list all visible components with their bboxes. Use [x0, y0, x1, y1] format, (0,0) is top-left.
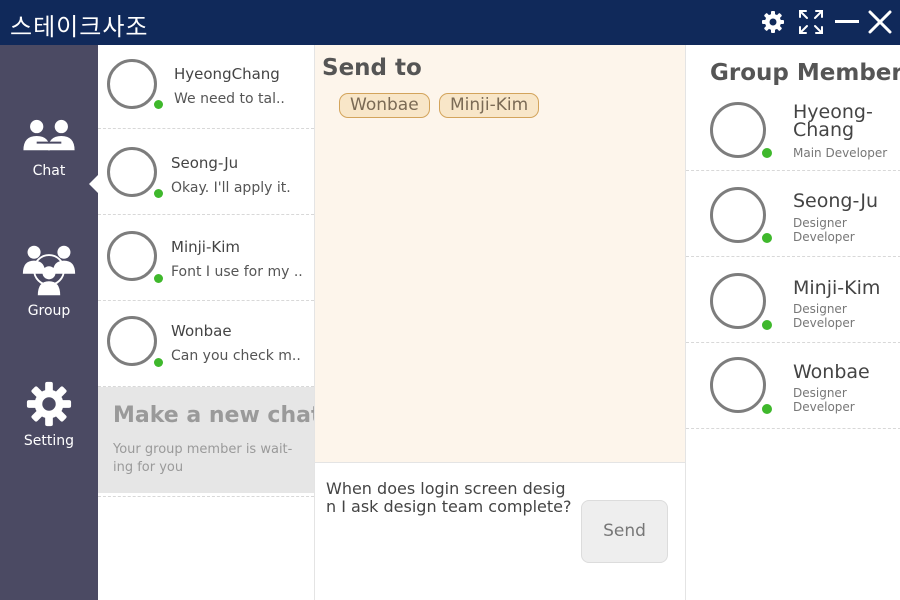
avatar [710, 187, 766, 243]
new-chat-subtitle: Your group member is wait-ing for you [113, 442, 293, 475]
fullscreen-icon [799, 10, 823, 34]
online-status-dot [762, 320, 772, 330]
chat-name: HyeongChang [174, 65, 280, 83]
chat-list-item[interactable]: HyeongChang We need to tal.. [98, 45, 314, 129]
member-item[interactable]: Minji-Kim Designer Developer [686, 257, 900, 343]
group-member-panel: Group Member Hyeong-Chang Main Developer… [685, 45, 900, 600]
chat-preview: Can you check m.. [171, 348, 301, 364]
online-status-dot [154, 358, 163, 367]
divider [98, 300, 314, 301]
member-item[interactable]: Hyeong-Chang Main Developer [686, 85, 900, 171]
settings-button[interactable] [759, 8, 787, 36]
title-bar: 스테이크사조 [0, 0, 900, 45]
close-icon [868, 10, 892, 34]
minimize-icon [835, 20, 859, 23]
fullscreen-button[interactable] [797, 8, 825, 36]
chat-preview: We need to tal.. [174, 91, 285, 107]
chat-list-item[interactable]: Minji-Kim Font I use for my .. [98, 217, 314, 301]
gear-icon [762, 11, 784, 33]
new-chat-title: Make a new chat [113, 403, 322, 428]
member-role: Designer Developer [793, 302, 855, 330]
avatar [710, 273, 766, 329]
chat-list: HyeongChang We need to tal.. Seong-Ju Ok… [98, 45, 322, 600]
compose-area: When does login screen design I ask desi… [314, 462, 685, 600]
member-name: Hyeong-Chang [793, 101, 873, 141]
member-item[interactable]: Seong-Ju Designer Developer [686, 171, 900, 257]
online-status-dot [762, 148, 772, 158]
nav-label-setting: Setting [23, 433, 75, 449]
group-people-icon [22, 245, 76, 296]
chat-name: Seong-Ju [171, 154, 239, 172]
online-status-dot [154, 274, 163, 283]
nav-item-chat[interactable]: Chat [0, 118, 98, 198]
avatar [107, 147, 157, 197]
side-nav: Chat Group Setting [0, 45, 98, 600]
app-title: 스테이크사조 [10, 13, 149, 41]
chat-list-item[interactable]: Wonbae Can you check m.. [98, 303, 314, 387]
close-button[interactable] [866, 8, 894, 36]
member-role: Designer Developer [793, 216, 855, 244]
member-item[interactable]: Wonbae Designer Developer [686, 343, 900, 429]
chat-name: Wonbae [171, 322, 232, 340]
avatar [710, 102, 766, 158]
online-status-dot [154, 100, 163, 109]
recipient-chip[interactable]: Wonbae [339, 93, 430, 118]
avatar [107, 316, 157, 366]
nav-item-group[interactable]: Group [0, 243, 98, 323]
divider [98, 128, 314, 129]
send-to-title: Send to [322, 55, 422, 81]
avatar [107, 59, 157, 109]
online-status-dot [762, 404, 772, 414]
message-input[interactable]: When does login screen design I ask desi… [326, 480, 574, 516]
divider [98, 496, 314, 497]
chat-preview: Font I use for my .. [171, 264, 303, 280]
online-status-dot [154, 189, 163, 198]
chat-list-item[interactable]: Seong-Ju Okay. I'll apply it. [98, 131, 314, 215]
new-chat-button[interactable]: Make a new chat Your group member is wai… [98, 387, 322, 493]
member-name: Wonbae [793, 361, 870, 383]
active-nav-pointer [89, 175, 98, 193]
online-status-dot [762, 233, 772, 243]
divider [98, 214, 314, 215]
avatar [107, 231, 157, 281]
member-role: Designer Developer [793, 386, 855, 414]
nav-item-setting[interactable]: Setting [0, 380, 98, 460]
divider [686, 428, 900, 429]
recipient-chip[interactable]: Minji-Kim [439, 93, 540, 118]
avatar [710, 357, 766, 413]
chat-name: Minji-Kim [171, 238, 240, 256]
message-area: Send to Wonbae Minji-Kim [314, 45, 685, 462]
nav-label-chat: Chat [32, 163, 66, 179]
minimize-button[interactable] [833, 8, 861, 36]
member-name: Seong-Ju [793, 190, 879, 212]
nav-label-group: Group [27, 303, 71, 319]
send-button[interactable]: Send [581, 500, 668, 563]
chat-people-icon [23, 119, 75, 151]
group-member-title: Group Member [710, 60, 900, 86]
member-role: Main Developer [793, 146, 888, 160]
chat-preview: Okay. I'll apply it. [171, 180, 291, 196]
gear-icon [26, 381, 72, 427]
member-name: Minji-Kim [793, 277, 881, 299]
